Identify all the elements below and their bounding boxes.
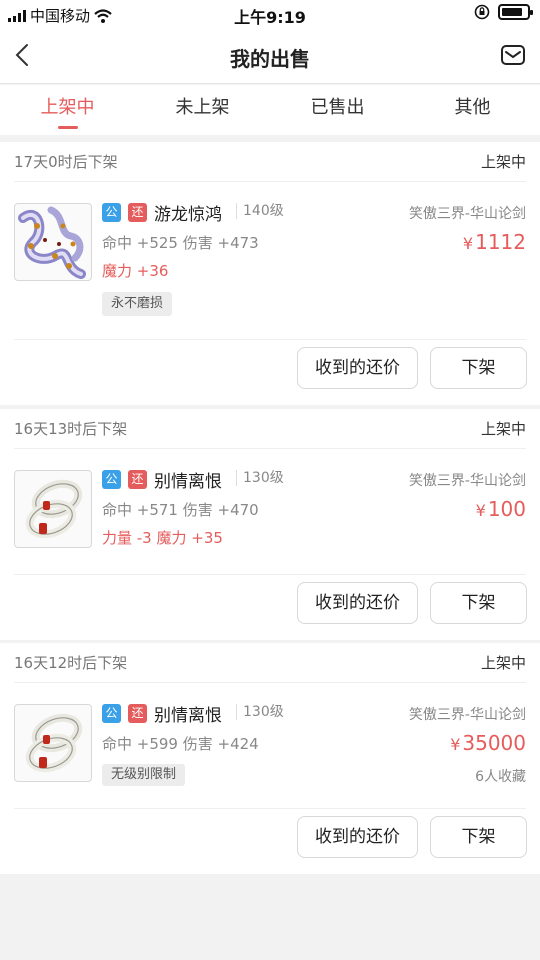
- expiry-text: 16天13时后下架: [14, 420, 128, 438]
- public-badge: 公: [102, 470, 121, 489]
- price-symbol: ¥: [475, 501, 486, 520]
- listing-body[interactable]: 公 还 游龙惊鸿 140级 笑傲三界-华山论剑 ¥1112 命中 +525 伤害…: [14, 182, 526, 340]
- item-extra-stats: 魔力 +36: [102, 262, 169, 280]
- tab-label: 未上架: [175, 97, 230, 118]
- listing-actions: 收到的还价 下架: [0, 575, 540, 640]
- messages-button[interactable]: [500, 42, 526, 68]
- tab-bar: 上架中 未上架 已售出 其他: [0, 85, 540, 135]
- tab-label: 其他: [454, 97, 491, 118]
- server-name: 笑傲三界-华山论剑: [408, 473, 526, 489]
- item-name: 别情离恨: [154, 706, 222, 726]
- tab-on-sale[interactable]: 上架中: [0, 85, 135, 135]
- listing-status: 上架中: [480, 654, 526, 672]
- status-bar-right: [474, 4, 533, 20]
- item-price: ¥35000: [450, 731, 526, 755]
- public-badge: 公: [102, 203, 121, 222]
- price-value: 1112: [475, 230, 526, 254]
- price-symbol: ¥: [462, 234, 474, 253]
- listing-body[interactable]: 公 还 别情离恨 130级 笑傲三界-华山论剑 ¥35000 命中 +599 伤…: [14, 683, 526, 809]
- item-stats: 命中 +525 伤害 +473: [102, 234, 259, 252]
- listing-body[interactable]: 公 还 别情离恨 130级 笑傲三界-华山论剑 ¥100 命中 +571 伤害 …: [14, 449, 526, 575]
- expiry-text: 17天0时后下架: [14, 153, 118, 171]
- listing-header: 17天0时后下架 上架中: [14, 142, 526, 182]
- return-badge: 还: [128, 704, 147, 723]
- tab-other[interactable]: 其他: [405, 85, 540, 135]
- price-symbol: ¥: [450, 735, 461, 754]
- item-tag: 无级别限制: [102, 764, 186, 786]
- mail-icon: [501, 45, 525, 65]
- listing-status: 上架中: [480, 420, 526, 438]
- return-badge: 还: [128, 203, 147, 222]
- tab-sold[interactable]: 已售出: [270, 85, 405, 135]
- item-level: 130级: [236, 470, 284, 486]
- item-level: 130级: [236, 704, 284, 720]
- public-badge: 公: [102, 704, 121, 723]
- price-value: 100: [487, 497, 526, 521]
- jade-rings-icon: [14, 704, 92, 782]
- item-price: ¥100: [476, 497, 526, 521]
- delist-button[interactable]: 下架: [430, 582, 527, 624]
- listing-card: 16天13时后下架 上架中 公 还 别情离恨 130级 笑傲三界-华山论剑 ¥1…: [0, 409, 540, 640]
- item-name: 别情离恨: [154, 472, 222, 492]
- server-name: 笑傲三界-华山论剑: [408, 206, 526, 222]
- received-offers-button[interactable]: 收到的还价: [297, 816, 418, 858]
- status-bar: 中国移动 上午9:19: [0, 0, 540, 28]
- expiry-text: 16天12时后下架: [14, 654, 128, 672]
- item-stats: 命中 +599 伤害 +424: [102, 735, 259, 753]
- listing-card: 17天0时后下架 上架中 公 还 游龙惊鸿 140级 笑傲三界-华山论剑 ¥11…: [0, 142, 540, 405]
- delist-button[interactable]: 下架: [430, 347, 527, 389]
- active-tab-indicator: [57, 126, 78, 129]
- item-extra-stats: 力量 -3 魔力 +35: [102, 529, 223, 547]
- favorites-count: 6人收藏: [475, 769, 526, 785]
- nav-bar: 我的出售: [0, 28, 540, 84]
- listing-card: 16天12时后下架 上架中 公 还 别情离恨 130级 笑傲三界-华山论剑 ¥3…: [0, 643, 540, 874]
- dragon-necklace-icon: [14, 203, 92, 281]
- item-name: 游龙惊鸿: [154, 205, 222, 225]
- orientation-lock-icon: [474, 4, 490, 20]
- listing-actions: 收到的还价 下架: [0, 340, 540, 405]
- listing-header: 16天12时后下架 上架中: [14, 643, 526, 683]
- server-name: 笑傲三界-华山论剑: [408, 707, 526, 723]
- item-tag: 永不磨损: [102, 292, 173, 316]
- listing-actions: 收到的还价 下架: [0, 809, 540, 874]
- received-offers-button[interactable]: 收到的还价: [297, 582, 418, 624]
- tab-label: 上架中: [40, 97, 95, 118]
- return-badge: 还: [128, 470, 147, 489]
- listing-header: 16天13时后下架 上架中: [14, 409, 526, 449]
- tab-not-listed[interactable]: 未上架: [135, 85, 270, 135]
- status-time: 上午9:19: [234, 8, 306, 27]
- item-stats: 命中 +571 伤害 +470: [102, 501, 259, 519]
- received-offers-button[interactable]: 收到的还价: [297, 347, 418, 389]
- jade-rings-icon: [14, 470, 92, 548]
- listing-status: 上架中: [480, 153, 526, 171]
- battery-icon: [498, 4, 533, 20]
- price-value: 35000: [462, 731, 526, 755]
- page-title: 我的出售: [230, 47, 310, 71]
- item-level: 140级: [236, 203, 284, 219]
- delist-button[interactable]: 下架: [430, 816, 527, 858]
- item-price: ¥1112: [463, 230, 526, 254]
- tab-label: 已售出: [310, 97, 365, 118]
